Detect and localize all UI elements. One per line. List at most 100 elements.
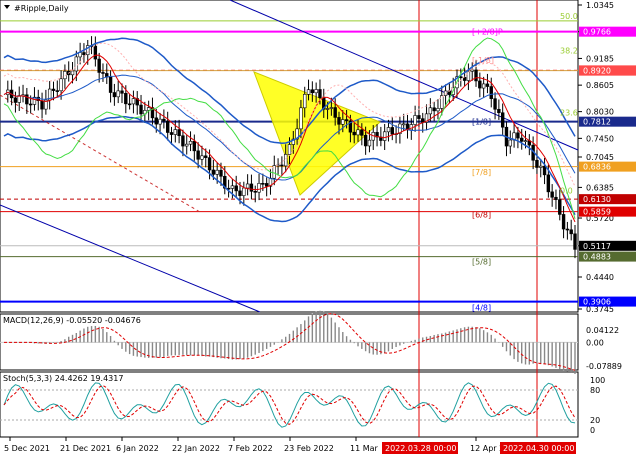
fib-level-label: 0.0: [560, 186, 573, 195]
candle-body: [459, 76, 463, 78]
candle-body: [181, 135, 185, 147]
candle-body: [535, 159, 539, 168]
candle-body: [344, 119, 349, 122]
x-tick-label: 21 Dec 2021: [60, 444, 111, 453]
x-tick-label: 12 Apr 2: [470, 444, 504, 453]
candle-body: [318, 89, 322, 99]
candle-body: [211, 169, 216, 175]
candle-body: [200, 155, 204, 160]
price-box-label: 0.3906: [583, 298, 611, 307]
candle-body: [508, 139, 512, 147]
fib-level-label: 23.6: [560, 109, 578, 118]
candle-body: [234, 185, 238, 192]
y-tick-label: 0.8605: [586, 81, 614, 90]
candle-body: [493, 98, 497, 110]
candle-body: [245, 183, 250, 189]
candle-body: [432, 107, 436, 112]
murrey-level-label: [5/8]: [472, 257, 491, 266]
candle-body: [558, 199, 562, 215]
candle-body: [131, 98, 136, 105]
candle-body: [154, 117, 158, 125]
murrey-level-label: [-1/8]: [472, 56, 494, 65]
price-box-label: 0.6836: [583, 163, 611, 172]
candle-body: [561, 214, 566, 230]
candle-body: [470, 69, 474, 72]
x-tick-label: 11 Mar: [350, 444, 379, 453]
fib-level-label: 50.0: [560, 12, 578, 21]
candle-body: [261, 183, 265, 185]
x-tick-label: 22 Jan 2022: [172, 444, 220, 453]
candle-body: [485, 83, 490, 87]
candle-body: [299, 107, 303, 130]
candle-body: [360, 129, 364, 136]
price-box-label: 0.4883: [583, 253, 611, 262]
candle-body: [314, 89, 318, 94]
candle-body: [185, 143, 189, 147]
candle-body: [310, 89, 315, 94]
price-box-label: 0.8920: [583, 67, 611, 76]
candle-body: [481, 83, 486, 89]
macd-tick-label: 0.04122: [586, 326, 619, 335]
price-box-label: 0.7812: [583, 118, 611, 127]
candle-body: [573, 233, 577, 250]
candle-body: [116, 90, 120, 98]
murrey-level-label: [4/8]: [472, 303, 491, 312]
candle-body: [466, 70, 471, 81]
candle-body: [13, 97, 18, 103]
y-tick-label: 1.0345: [586, 1, 614, 10]
candle-body: [127, 103, 132, 106]
trading-chart: [+2/8]P [-1/8] [1/8] [7/8] [6/8] [5/8] [4/8] 50…: [0, 0, 636, 454]
candle-body: [390, 127, 394, 135]
candle-body: [569, 229, 573, 235]
fib-level-label: 38.2: [560, 46, 578, 55]
candle-body: [341, 119, 345, 125]
candle-body: [55, 90, 59, 92]
candle-body: [401, 123, 406, 126]
candle-body: [169, 132, 174, 135]
price-box-label: 0.9766: [583, 28, 611, 37]
x-tick-label: 6 Jan 2022: [116, 444, 159, 453]
x-tick-label: 7 Feb 2022: [228, 444, 273, 453]
candle-body: [238, 190, 242, 196]
y-tick-label: 0.8030: [586, 108, 614, 117]
stoch-tick-label: 20: [590, 416, 600, 425]
candle-body: [363, 135, 368, 147]
candle-body: [177, 129, 181, 137]
murrey-level-label: [1/8]: [472, 118, 491, 127]
candle-body: [40, 100, 44, 110]
candle-body: [124, 93, 128, 105]
candle-body: [120, 90, 124, 94]
candle-body: [440, 95, 444, 109]
candle-body: [303, 94, 307, 109]
candle-body: [337, 117, 341, 125]
y-tick-label: 0.6385: [586, 183, 614, 192]
candle-body: [489, 86, 493, 99]
candle-body: [367, 139, 372, 147]
candle-body: [70, 70, 75, 76]
candle-body: [325, 108, 330, 110]
candle-body: [382, 131, 387, 141]
candle-body: [173, 129, 177, 135]
macd-tick-label: -0.07889: [586, 362, 622, 371]
macd-tick-label: 0.00: [586, 338, 604, 347]
candle-body: [219, 169, 223, 177]
candle-body: [93, 45, 98, 60]
candle-body: [287, 144, 292, 155]
candle-body: [215, 169, 219, 175]
candle-body: [520, 137, 524, 142]
candle-body: [478, 80, 482, 89]
murrey-level-label: [6/8]: [472, 210, 491, 219]
candle-body: [474, 69, 478, 82]
candle-body: [74, 56, 79, 72]
candle-body: [428, 107, 433, 115]
candle-body: [417, 115, 421, 119]
candle-body: [165, 120, 170, 133]
y-tick-label: 0.9185: [586, 54, 614, 63]
candle-body: [497, 108, 501, 114]
murrey-level-label: [+2/8]P: [472, 28, 503, 37]
candle-body: [257, 183, 261, 193]
candle-body: [516, 132, 520, 139]
time-highlight-label: 2022.04.30 00:00: [503, 444, 574, 453]
candle-body: [306, 89, 311, 95]
candle-body: [386, 127, 391, 133]
